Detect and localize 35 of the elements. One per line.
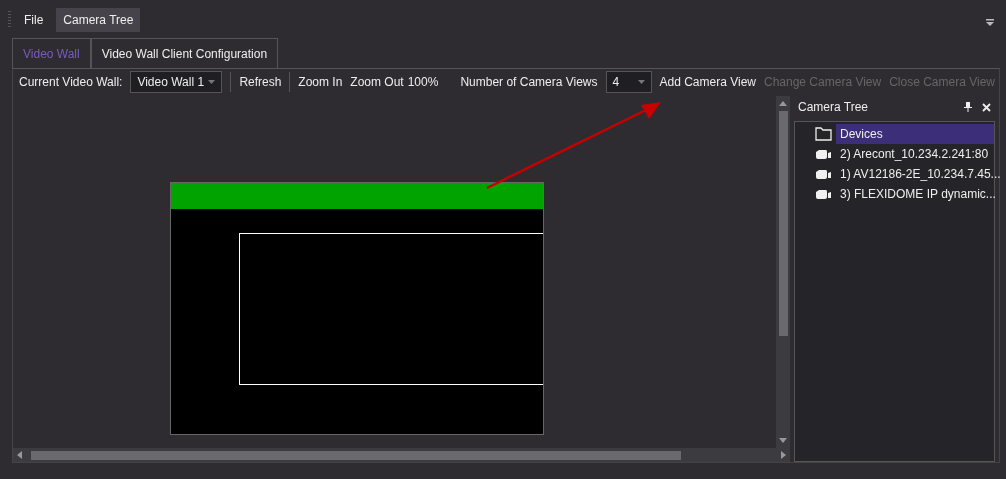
scroll-up-icon[interactable] <box>779 101 787 106</box>
folder-icon <box>815 127 832 141</box>
scroll-down-icon[interactable] <box>779 438 787 443</box>
grip-icon <box>8 11 11 29</box>
pin-icon[interactable] <box>964 102 972 112</box>
menu-item[interactable]: Camera Tree <box>56 8 141 32</box>
field-label: Number of Camera Views <box>460 75 598 89</box>
scroll-left-icon[interactable] <box>17 451 22 459</box>
panel-title: Camera Tree <box>798 100 870 114</box>
refresh-button[interactable]: Refresh <box>235 75 286 89</box>
close-icon[interactable] <box>982 102 991 112</box>
overflow-icon[interactable] <box>986 19 994 27</box>
tree-item[interactable]: 3) FLEXIDOME IP dynamic... <box>836 184 1000 204</box>
camera-icon <box>815 188 832 200</box>
scroll-right-icon[interactable] <box>781 451 786 459</box>
tree-item[interactable]: 2) Arecont_10.234.2.241:80 <box>836 144 994 164</box>
tree-item[interactable]: 1) AV12186-2E_10.234.7.45... <box>836 164 1005 184</box>
dropdown-icon[interactable] <box>208 80 216 84</box>
camera-icon <box>815 148 832 160</box>
zoom-in-button[interactable]: Zoom In <box>294 75 347 89</box>
camera-views-dropdown[interactable]: 4 <box>605 71 652 93</box>
tree-item[interactable]: Devices <box>836 124 994 144</box>
vertical-scrollbar[interactable] <box>776 96 790 448</box>
zoom-level: 100% <box>407 75 439 89</box>
toolbar-button[interactable]: Add Camera View <box>655 75 760 89</box>
scroll-thumb[interactable] <box>31 450 681 460</box>
horizontal-scrollbar[interactable] <box>13 448 790 462</box>
scroll-thumb[interactable] <box>778 111 788 336</box>
zoom-out-button[interactable]: Zoom Out <box>346 75 408 89</box>
field-label: Current Video Wall: <box>19 75 123 89</box>
menu-item[interactable]: File <box>17 8 51 32</box>
camera-icon <box>815 168 832 180</box>
dropdown-icon[interactable] <box>637 80 645 84</box>
video-wall-dropdown[interactable]: Video Wall 1 <box>130 71 223 93</box>
tab[interactable]: Video Wall Client Configuration <box>90 38 279 68</box>
